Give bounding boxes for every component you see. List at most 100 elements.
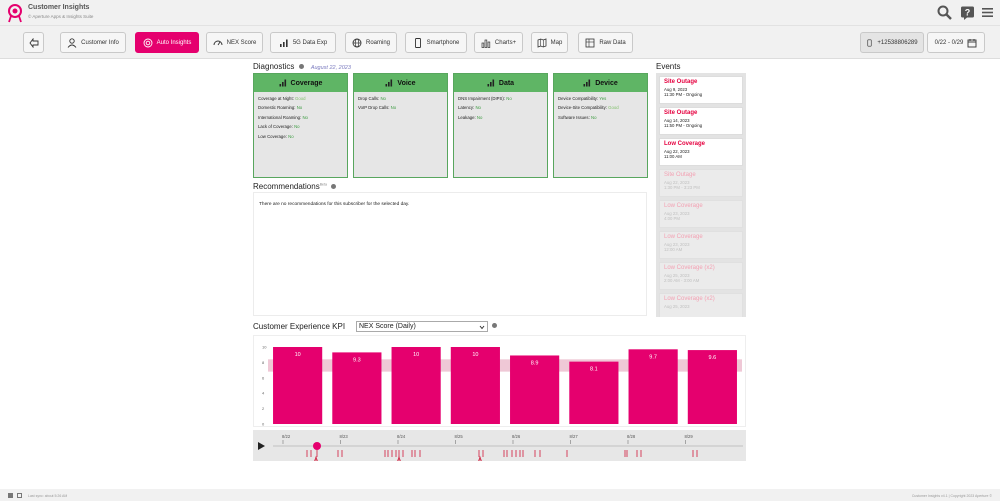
diagnostic-value: Good (295, 96, 306, 101)
back-button[interactable] (23, 32, 44, 53)
kpi-bar[interactable] (450, 347, 500, 424)
smartphone-icon (867, 39, 872, 46)
diagnostic-value: No (390, 105, 397, 111)
app-title: Customer Insights (28, 4, 90, 11)
info-icon[interactable] (331, 184, 337, 190)
event-item[interactable]: Low Coverage Aug 23, 2023 4:00 PM (659, 200, 743, 228)
tab-label: Roaming (365, 39, 390, 46)
site-outage-icon[interactable] (313, 455, 319, 464)
event-item[interactable]: Site Outage Aug 9, 2023 11:30 PM - Ongoing (659, 76, 743, 104)
timeline-date-label: 8/25 (455, 434, 464, 439)
phone-icon (385, 79, 393, 87)
kpi-title: Customer Experience KPI (253, 322, 345, 331)
timeline-date-label: 8/27 (570, 434, 579, 439)
diagnostic-row: Device Compatibility: Yes (558, 96, 607, 101)
play-icon[interactable] (258, 442, 265, 450)
diagnostic-row: Leakage: No (458, 114, 483, 120)
info-icon[interactable] (492, 323, 497, 328)
event-item[interactable]: Low Coverage Aug 23, 2023 12:00 AM (659, 231, 743, 259)
svg-text:?: ? (965, 8, 971, 18)
diagnostic-card-title: Coverage (290, 79, 323, 87)
event-title: Low Coverage (x2) (664, 296, 715, 302)
diagnostic-value: No (476, 114, 483, 120)
status-right: Customer Insights v4.1 | Copyright 2023 … (911, 493, 992, 498)
events-list[interactable]: Site Outage Aug 9, 2023 11:30 PM - Ongoing… (656, 73, 746, 317)
tab-5g-data-exp[interactable]: 5G Data Exp (270, 32, 336, 53)
tab-map[interactable]: Map (531, 32, 568, 53)
diagnostic-row: DNS Impairment (DIPS): No (458, 96, 512, 101)
diagnostic-value: No (294, 124, 300, 130)
search-icon[interactable] (937, 5, 952, 20)
event-title: Low Coverage (664, 234, 703, 240)
kpi-bar-label: 9.7 (649, 354, 657, 360)
calendar-icon (967, 38, 977, 47)
y-tick-label: 6 (262, 375, 265, 380)
tab-smartphone[interactable]: Smartphone (405, 32, 467, 53)
status-bar: Last sync: about 5:26 AM Customer Insigh… (0, 490, 1000, 501)
tab-customer-info[interactable]: Customer Info (60, 32, 126, 53)
event-item[interactable]: Low Coverage (x2) Aug 25, 2023 2:00 AM - 3… (659, 262, 743, 290)
top-bar: Customer Insights © Aperture Apps & Insi… (0, 0, 1000, 26)
diagnostic-card-header: Coverage (254, 74, 347, 92)
bar-chart-icon (481, 39, 491, 48)
kpi-bar-label: 10 (472, 352, 478, 358)
event-title: Low Coverage (x2) (664, 265, 715, 271)
gauge-icon (213, 40, 223, 45)
site-outage-icon[interactable] (477, 455, 483, 464)
kpi-bar[interactable] (628, 349, 678, 424)
diagnostic-card-title: Device (595, 79, 618, 87)
app-subtitle: © Aperture Apps & Insights Suite (28, 14, 94, 19)
kpi-bar-label: 9.6 (709, 355, 717, 361)
diagnostic-value: No (296, 105, 303, 111)
menu-icon[interactable] (980, 5, 995, 20)
kpi-select[interactable]: NEX Score (Daily) (356, 321, 488, 332)
brand-logo (8, 4, 22, 23)
phone-number: +12538806289 (877, 39, 918, 46)
diagnostic-row: Software Issues: No (558, 114, 597, 120)
kpi-selected-value: NEX Score (Daily) (359, 323, 416, 330)
event-item[interactable]: Site Outage Aug 14, 2023 11:50 PM - Ongoin… (659, 107, 743, 135)
timeline-scrubber[interactable] (313, 442, 321, 450)
phone-number-button[interactable]: +12538806289 (860, 32, 924, 53)
tab-roaming[interactable]: Roaming (345, 32, 397, 53)
timeline-track[interactable] (273, 445, 743, 447)
kpi-bar[interactable] (391, 347, 441, 424)
kpi-bar[interactable] (273, 347, 323, 424)
diagnostic-row: Latency: No (458, 105, 481, 111)
event-item[interactable]: Low Coverage Aug 22, 2023 11:00 AM (659, 138, 743, 166)
event-item[interactable]: Site Outage Aug 22, 2023 1:30 PM - 3:23 PM (659, 169, 743, 197)
status-left: Last sync: about 5:26 AM (28, 493, 68, 498)
tab-nex-score[interactable]: NEX Score (206, 32, 263, 53)
diagnostic-row: Drop Calls: No (358, 96, 386, 101)
diagnostic-value: No (302, 114, 308, 120)
event-item[interactable]: Low Coverage (x2) Aug 25, 2023 (659, 293, 743, 317)
y-tick-label: 10 (262, 345, 267, 350)
diagnostics-label: Diagnostics (253, 62, 295, 71)
diagnostics-title: Diagnostics August 22, 2023 (253, 62, 351, 71)
tab-raw-data[interactable]: Raw Data (578, 32, 633, 53)
help-icon[interactable]: ? (960, 5, 975, 20)
timeline-date-label: 8/23 (340, 434, 349, 439)
back-arrow-icon (28, 37, 38, 48)
tab-label: Map (550, 39, 563, 46)
event-date: Aug 25, 2023 (664, 303, 690, 309)
date-range: 0/22 - 0/29 (934, 39, 964, 46)
info-icon[interactable] (298, 64, 304, 70)
recommendations-panel: There are no recommendations for this su… (253, 192, 647, 316)
tab-auto-insights[interactable]: Auto Insights (135, 32, 199, 53)
timeline-date-label: 8/29 (685, 434, 694, 439)
settings-icon[interactable] (8, 493, 13, 498)
event-time: 12:00 AM (664, 246, 683, 252)
tab-label: Raw Data (599, 39, 626, 46)
tab-label: NEX Score (226, 39, 257, 46)
smartphone-icon (583, 79, 591, 87)
window-icon[interactable] (17, 493, 22, 498)
event-title: Low Coverage (664, 141, 706, 147)
site-outage-icon[interactable] (396, 455, 402, 464)
tab-charts-plus[interactable]: Charts+ (474, 32, 523, 53)
y-tick-label: 0 (262, 422, 265, 427)
target-icon (143, 38, 153, 47)
date-range-picker[interactable]: 0/22 - 0/29 (927, 32, 985, 53)
kpi-bar[interactable] (687, 350, 737, 424)
diagnostic-row: VoIP Drop Calls: No (358, 105, 397, 111)
